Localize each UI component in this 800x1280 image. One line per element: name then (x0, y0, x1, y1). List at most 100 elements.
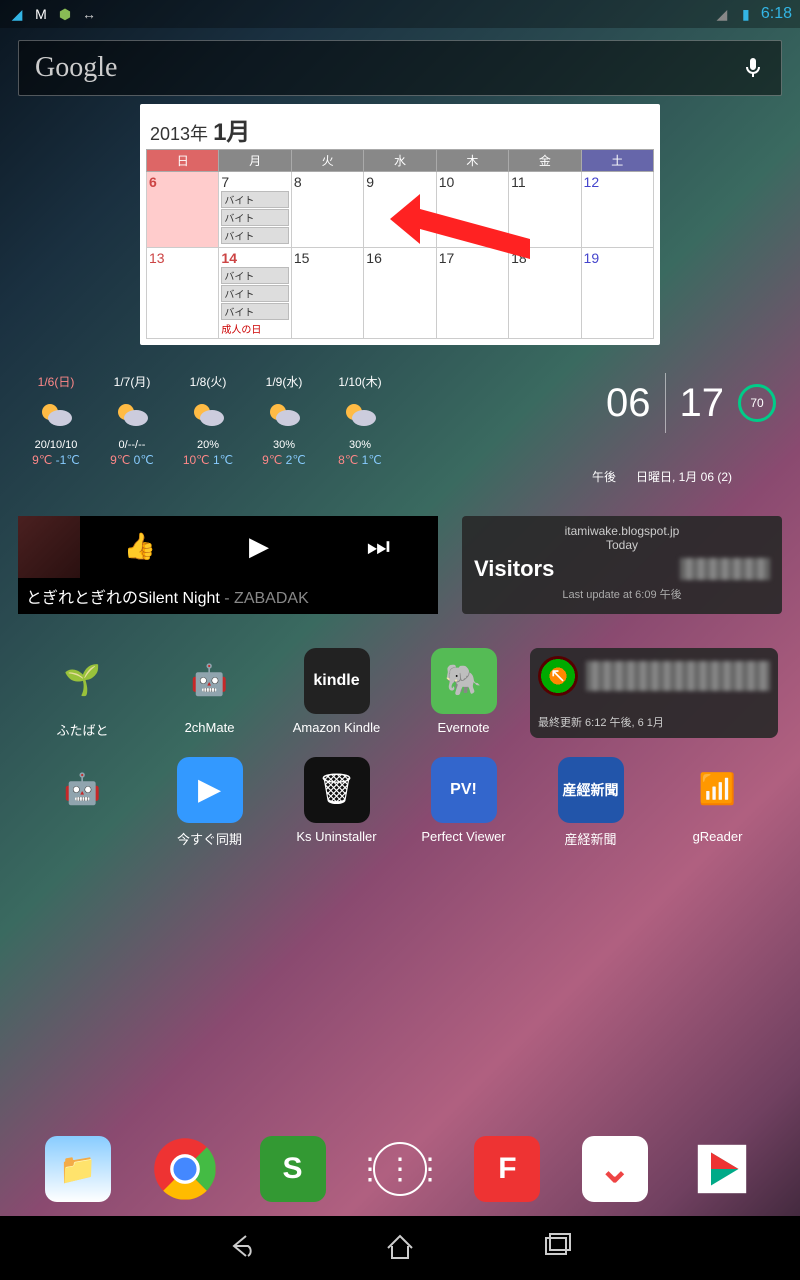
calendar-event: バイト (221, 209, 288, 226)
app-label: Amazon Kindle (293, 720, 380, 735)
blurred-text (586, 661, 770, 691)
calendar-cell[interactable]: 14バイトバイトバイト成人の日 (219, 248, 291, 339)
app-grid: 🌱 ふたばと 🤖 2chMate kindleAmazon Kindle🐘Evernot… (22, 648, 778, 848)
calendar-cell[interactable]: 13 (147, 248, 219, 339)
weather-day[interactable]: 1/10(木)30%8℃ 1℃ (322, 373, 398, 467)
clock-hour: 06 (606, 381, 651, 426)
app-icon: ⬢ (56, 5, 74, 23)
app-icon: 🌱 (50, 648, 116, 714)
app-label: Ks Uninstaller (296, 829, 376, 844)
cal-dow: 火 (291, 150, 363, 172)
cal-dow: 日 (147, 150, 219, 172)
weather-day[interactable]: 1/9(水)30%9℃ 2℃ (246, 373, 322, 467)
weather-day[interactable]: 1/6(日)20/10/109℃ -1℃ (18, 373, 94, 467)
dock-play[interactable] (689, 1136, 755, 1202)
navigation-bar (0, 1216, 800, 1280)
status-right: ◢ ▮ 6:18 (713, 5, 792, 23)
app-Perfect Viewer[interactable]: PV! Perfect Viewer (403, 757, 524, 848)
calendar-event: バイト (221, 303, 288, 320)
recent-button[interactable] (538, 1228, 574, 1269)
calendar-cell[interactable]: 16 (364, 248, 436, 339)
app-label: Perfect Viewer (421, 829, 505, 844)
app-2chMate[interactable]: 🤖 2chMate (149, 648, 270, 739)
clock-widget[interactable]: 06 17 70 (606, 373, 782, 433)
mic-icon[interactable] (741, 56, 765, 80)
app-icon: 📶 (685, 757, 751, 823)
visitors-widget[interactable]: itamiwake.blogspot.jp Today Visitors Las… (462, 516, 782, 614)
thumbs-up-button[interactable]: 👍 (80, 531, 199, 562)
cal-dow: 金 (509, 150, 581, 172)
app-gReader[interactable]: 📶 gReader (657, 757, 778, 848)
app-icon: PV! (431, 757, 497, 823)
status-bar: ◢ M ⬢ ↔ ◢ ▮ 6:18 (0, 0, 800, 28)
album-art (18, 516, 80, 578)
wifi-icon: ◢ (713, 5, 731, 23)
sync-icon: ↔ (80, 5, 98, 23)
cal-dow: 月 (219, 150, 291, 172)
dock-app-s[interactable]: S (260, 1136, 326, 1202)
app-label: 産経新聞 (564, 829, 616, 848)
blurred-count (680, 558, 770, 580)
app-Amazon Kindle[interactable]: kindleAmazon Kindle (276, 648, 397, 739)
app-label: Evernote (437, 720, 489, 735)
cal-dow: 土 (581, 150, 653, 172)
calendar-cell[interactable]: 18 (509, 248, 581, 339)
google-logo: Google (35, 52, 741, 84)
weather-day[interactable]: 1/8(火)20%10℃ 1℃ (170, 373, 246, 467)
calendar-cell[interactable]: 17 (436, 248, 508, 339)
clock-ampm: 午後 (592, 469, 616, 486)
weather-day[interactable]: 1/7(月)0/--/--9℃ 0℃ (94, 373, 170, 467)
dock-flipboard[interactable]: F (474, 1136, 540, 1202)
calendar-widget[interactable]: 2013年 1月 日月火水木金土 67バイトバイトバイト891011121314… (140, 104, 660, 345)
calendar-cell[interactable]: 9 (364, 172, 436, 248)
app-icon: 🤖 (50, 757, 116, 823)
battery-ring: 70 (738, 384, 776, 422)
calendar-cell[interactable]: 19 (581, 248, 653, 339)
app-産経新聞[interactable]: 産經新聞産経新聞 (530, 757, 651, 848)
calendar-cell[interactable]: 11 (509, 172, 581, 248)
widget-footer: 最終更新 6:12 午後, 6 1月 (538, 714, 770, 730)
battery-icon: ▮ (737, 5, 755, 23)
calendar-cell[interactable]: 12 (581, 172, 653, 248)
calendar-cell[interactable]: 6 (147, 172, 219, 248)
dock-apps[interactable]: ⋮⋮⋮ (367, 1136, 433, 1202)
target-icon: ↖ (538, 656, 578, 696)
calendar-cell[interactable]: 10 (436, 172, 508, 248)
app-[interactable]: 🤖 (22, 757, 143, 848)
app-Ks Uninstaller[interactable]: 🗑 Ks Uninstaller (276, 757, 397, 848)
dock-es-file[interactable]: 📁 (45, 1136, 111, 1202)
app-icon: 🤖 (177, 648, 243, 714)
home-button[interactable] (382, 1228, 418, 1269)
calendar-event: バイト (221, 285, 288, 302)
calendar-cell[interactable]: 7バイトバイトバイト (219, 172, 291, 248)
click-widget[interactable]: ↖ 最終更新 6:12 午後, 6 1月 (530, 648, 778, 738)
status-left: ◢ M ⬢ ↔ (8, 5, 98, 23)
weather-clock-row: 1/6(日)20/10/109℃ -1℃1/7(月)0/--/--9℃ 0℃1/… (18, 373, 782, 467)
app-今すぐ同期[interactable]: ▶今すぐ同期 (149, 757, 270, 848)
calendar-cell[interactable]: 15 (291, 248, 363, 339)
play-button[interactable]: ▶ (199, 531, 318, 562)
app-ふたばと[interactable]: 🌱 ふたばと (22, 648, 143, 739)
music-widget[interactable]: 👍 ▶ ⏭ とぎれとぎれのSilent Night - ZABADAK (18, 516, 438, 614)
app-label: gReader (693, 829, 743, 844)
visitors-footer: Last update at 6:09 午後 (474, 586, 770, 602)
google-search-bar[interactable]: Google (18, 40, 782, 96)
next-button[interactable]: ⏭ (319, 531, 438, 563)
app-icon: 🗑 (304, 757, 370, 823)
visitors-site: itamiwake.blogspot.jp (474, 524, 770, 538)
app-label: ふたばと (56, 720, 108, 739)
visitors-day: Today (474, 538, 770, 552)
back-button[interactable] (226, 1228, 262, 1269)
calendar-event: バイト (221, 227, 288, 244)
dock: 📁 S ⋮⋮⋮ F ⌄ (0, 1136, 800, 1202)
clock-min: 17 (680, 381, 725, 426)
app-Evernote[interactable]: 🐘Evernote (403, 648, 524, 739)
dock-pocket[interactable]: ⌄ (582, 1136, 648, 1202)
rss-icon: ◢ (8, 5, 26, 23)
dock-chrome[interactable] (152, 1136, 218, 1202)
app-icon: 産經新聞 (558, 757, 624, 823)
app-label: 2chMate (185, 720, 235, 735)
calendar-cell[interactable]: 8 (291, 172, 363, 248)
visitors-label: Visitors (474, 556, 554, 582)
clock-date: 日曜日, 1月 06 (2) (636, 469, 732, 486)
